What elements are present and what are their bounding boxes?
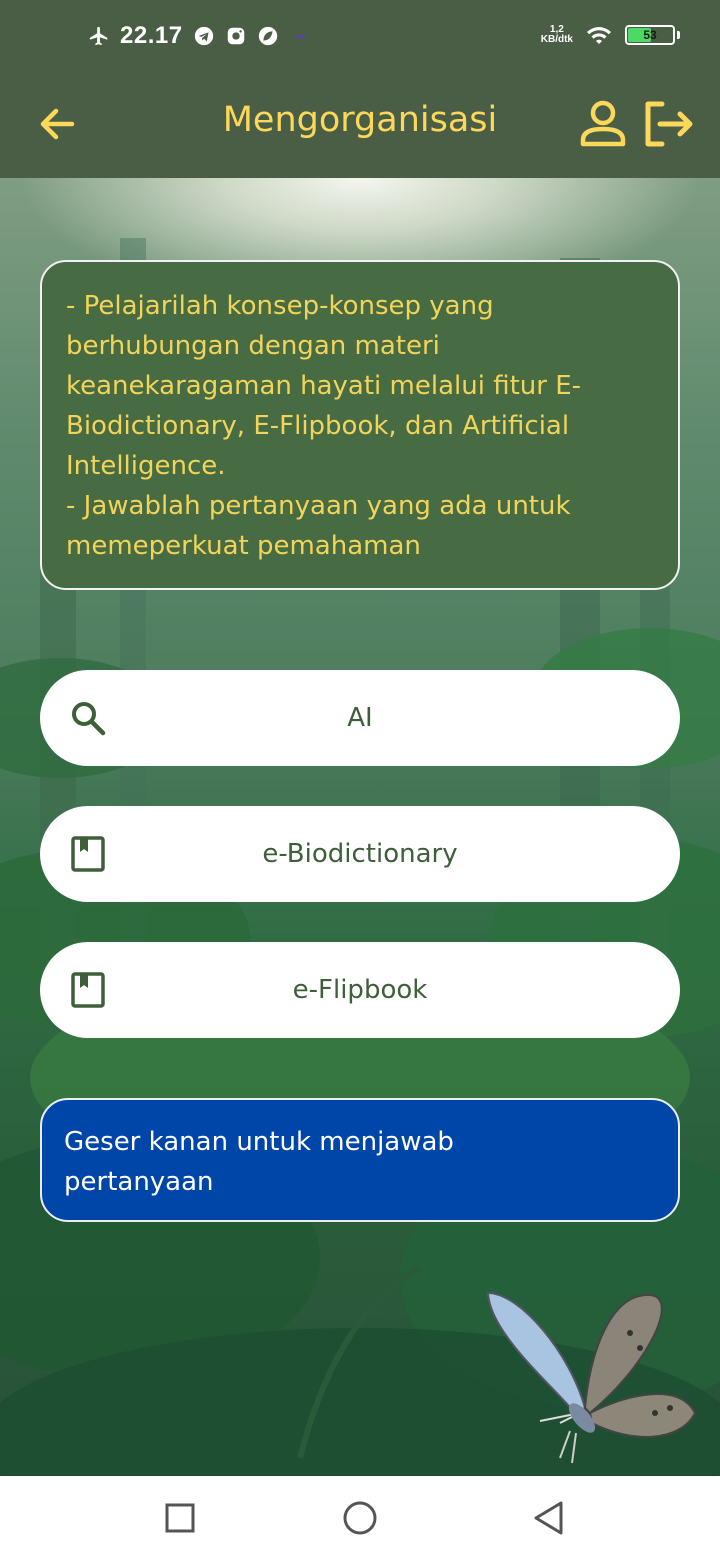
network-speed: 1,2 KB/dtk: [541, 25, 573, 45]
e-flipbook-button-label: e-Flipbook: [292, 975, 428, 1005]
battery-tip: [677, 31, 680, 39]
instruction-line: memeperkuat pemahaman: [66, 531, 421, 561]
dot-icon: [294, 34, 306, 40]
swipe-hint-line: Geser kanan untuk menjawab: [64, 1127, 454, 1157]
system-nav-bar: [0, 1476, 720, 1560]
recent-apps-icon[interactable]: [160, 1498, 200, 1538]
butterfly-illustration: [486, 1291, 697, 1464]
leaf-app-icon: [258, 26, 277, 46]
app-bar: Mengorganisasi: [0, 80, 720, 178]
back-icon[interactable]: [528, 1498, 568, 1538]
airplane-mode-icon: [89, 26, 108, 46]
logout-icon[interactable]: [640, 98, 696, 150]
swipe-hint-banner[interactable]: Geser kanan untuk menjawab pertanyaan: [40, 1098, 680, 1222]
status-time: 22.17: [120, 22, 183, 49]
status-right: 1,2 KB/dtk 53: [541, 24, 680, 46]
instagram-icon: [227, 27, 244, 45]
e-biodictionary-button-label: e-Biodictionary: [262, 839, 458, 869]
instructions-card: - Pelajarilah konsep-konsep yang berhubu…: [40, 260, 680, 590]
instruction-line: Intelligence.: [66, 451, 226, 481]
e-flipbook-button[interactable]: e-Flipbook: [40, 942, 680, 1038]
battery-icon: 53: [625, 25, 675, 45]
profile-icon[interactable]: [578, 98, 628, 150]
instruction-line: keanekaragaman hayati melalui fitur E-: [66, 371, 582, 401]
home-icon[interactable]: [340, 1498, 380, 1538]
swipe-hint-line: pertanyaan: [64, 1167, 214, 1197]
telegram-icon: [194, 26, 213, 46]
wifi-icon: [587, 27, 611, 44]
e-biodictionary-button[interactable]: e-Biodictionary: [40, 806, 680, 902]
network-speed-unit: KB/dtk: [540, 34, 573, 45]
status-bar: 22.17 1,2 KB/dtk 53: [0, 0, 720, 80]
battery-level: 53: [643, 28, 657, 42]
instruction-line: - Pelajarilah konsep-konsep yang: [66, 291, 494, 321]
instruction-line: berhubungan dengan materi: [66, 331, 440, 361]
instruction-line: - Jawablah pertanyaan yang ada untuk: [66, 491, 571, 521]
ai-button[interactable]: AI: [40, 670, 680, 766]
forest-background: - Pelajarilah konsep-konsep yang berhubu…: [0, 178, 720, 1476]
status-left: 22.17: [88, 22, 311, 50]
ai-button-label: AI: [347, 703, 373, 733]
instruction-line: Biodictionary, E-Flipbook, dan Artificia…: [66, 411, 570, 441]
